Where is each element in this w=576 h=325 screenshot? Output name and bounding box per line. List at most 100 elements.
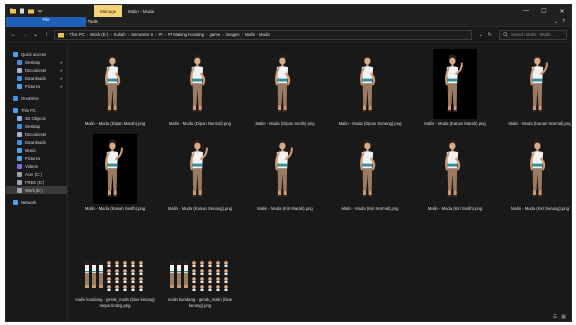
breadcrumb-separator: ›: [86, 32, 89, 37]
breadcrumb-separator: ›: [155, 32, 157, 37]
refresh-icon[interactable]: ↻: [488, 32, 492, 38]
sidebar-item-pictures[interactable]: Pictures ✦: [6, 82, 67, 90]
breadcrumb-semester[interactable]: Semester 6: [131, 32, 153, 37]
file-name: malin kundang - gerak_malin (blue kerang…: [167, 297, 233, 308]
ribbon-tabs: File Home Share View Picture Tools ⌄ ?: [6, 16, 571, 27]
file-item[interactable]: Malin - Muda (Dipan Senang).png: [330, 49, 410, 127]
recent-locations-button[interactable]: ⌄: [32, 31, 39, 38]
file-item[interactable]: Malin - Muda (Dipan Sedih).png: [245, 49, 325, 127]
sidebar-item-desktop[interactable]: Desktop ✦: [6, 58, 67, 66]
close-button[interactable]: ✕: [553, 5, 571, 17]
sidebar-item-documents[interactable]: Documents ✦: [6, 66, 67, 74]
breadcrumb-pi[interactable]: PI: [158, 32, 162, 37]
file-name: Malin - Muda (Kiri Sedih).png: [427, 206, 483, 211]
address-actions: ⌄ ↻: [476, 32, 495, 38]
sidebar-item-label: OneDrive: [21, 95, 39, 101]
help-icon[interactable]: ?: [562, 19, 565, 25]
explorer-body: Quick access Desktop ✦ Documents ✦ Downloads ✦…: [6, 44, 571, 321]
image-thumbnail: [93, 49, 137, 119]
documents-icon: [17, 67, 22, 73]
status-bar: ☰ ▦: [6, 312, 571, 321]
tab-file[interactable]: File: [6, 16, 86, 27]
sidebar-item-free-d[interactable]: FREE (D:): [6, 178, 67, 186]
breadcrumb-separator: ›: [164, 32, 166, 37]
sidebar-item-downloads[interactable]: Downloads ✦: [6, 74, 67, 82]
expand-ribbon-icon[interactable]: ⌄: [554, 19, 558, 25]
address-dropdown-icon[interactable]: ⌄: [479, 32, 483, 38]
file-item[interactable]: Malin - Muda (Dipan Marah).png: [75, 49, 155, 127]
breadcrumb-current[interactable]: Malin - Muda: [245, 32, 270, 37]
network-icon: [13, 199, 18, 205]
sidebar-item-label: Videos: [25, 163, 38, 169]
breadcrumb-pi-project[interactable]: PI Making Kostang: [168, 32, 204, 37]
sidebar-item-desktop[interactable]: Desktop: [6, 122, 67, 130]
search-box[interactable]: Search Malin - Muda: [499, 29, 567, 40]
file-item[interactable]: Malin - Muda (Kanan Sedih).png: [75, 134, 155, 212]
sidebar-item-acer-c[interactable]: Acer (C:): [6, 170, 67, 178]
breadcrumb-kuliah[interactable]: Kuliah: [114, 32, 126, 37]
file-item[interactable]: Malin - Muda (Kiri Normal).png: [330, 134, 410, 212]
details-view-button[interactable]: ☰: [553, 314, 557, 320]
breadcrumb-separator: ›: [66, 32, 68, 37]
breadcrumb-work-drive[interactable]: Work (E:): [90, 32, 108, 37]
breadcrumb-this-pc[interactable]: This PC: [69, 32, 84, 37]
sidebar-item-3d-objects[interactable]: 3D Objects: [6, 114, 67, 122]
sidebar-item-this-pc[interactable]: This PC: [6, 106, 67, 114]
file-item[interactable]: Malin - Muda (Kanan Marah).png: [415, 49, 495, 127]
sidebar-item-documents[interactable]: Documents: [6, 130, 67, 138]
music-icon: [17, 147, 22, 153]
sidebar-item-quick-access[interactable]: Quick access: [6, 50, 67, 58]
manage-contextual-tab[interactable]: Manage: [94, 5, 123, 17]
search-icon: [503, 32, 508, 37]
sidebar-item-music[interactable]: Music: [6, 146, 67, 154]
sidebar-item-network[interactable]: Network: [6, 198, 67, 206]
search-placeholder: Search Malin - Muda: [511, 32, 551, 37]
file-item[interactable]: Malin - Muda (Kanan Senang).png: [160, 134, 240, 212]
file-name: Malin - Muda (Kanan Normal).png: [508, 121, 572, 126]
pin-icon: ✦: [59, 75, 63, 81]
sidebar-item-videos[interactable]: Videos: [6, 162, 67, 170]
sidebar-item-label: FREE (D:): [25, 179, 45, 185]
image-thumbnail: [348, 134, 392, 204]
breadcrumb-game[interactable]: game: [209, 32, 220, 37]
file-item[interactable]: Malin - Muda (Kiri Marah).png: [245, 134, 325, 212]
pin-icon: ✦: [59, 59, 63, 65]
address-bar[interactable]: › This PC › Work (E:) › Kuliah › Semeste…: [54, 29, 472, 40]
breadcrumb-separator: ›: [222, 32, 224, 37]
forward-button[interactable]: →: [21, 32, 28, 38]
file-item[interactable]: Malin - Muda (Kiri Sedih).png: [415, 134, 495, 212]
image-thumbnail: [178, 49, 222, 119]
sidebar-item-pictures[interactable]: Pictures: [6, 154, 67, 162]
sidebar-item-onedrive[interactable]: OneDrive: [6, 94, 67, 102]
image-thumbnail: [518, 49, 562, 119]
desktop-icon: [17, 123, 22, 129]
sidebar-item-label: Downloads: [25, 75, 46, 81]
image-thumbnail: [263, 49, 307, 119]
drive-icon: [17, 179, 22, 185]
file-name: Malin - Muda (Kiri Senang).png: [511, 206, 569, 211]
drive-icon: [17, 171, 22, 177]
back-button[interactable]: ←: [10, 32, 17, 38]
sidebar-item-downloads[interactable]: Downloads: [6, 138, 67, 146]
image-thumbnail: [348, 49, 392, 119]
image-thumbnail: [433, 134, 477, 204]
minimize-button[interactable]: —: [517, 5, 535, 17]
file-item[interactable]: Malin - Muda (Dipan Normal).png: [160, 49, 240, 127]
pin-icon: ✦: [59, 83, 63, 89]
videos-icon: [17, 163, 22, 169]
file-item[interactable]: malin kundang - gerak_malin (blue kerang…: [75, 258, 155, 308]
customize-toolbar-icon[interactable]: [37, 8, 43, 14]
new-folder-icon[interactable]: [28, 8, 34, 14]
large-icons-view-button[interactable]: ▦: [561, 314, 566, 320]
maximize-button[interactable]: ☐: [535, 5, 553, 17]
breadcrumb-images[interactable]: images: [226, 32, 240, 37]
sidebar-item-label: Quick access: [21, 51, 46, 57]
sidebar-item-work-e[interactable]: Work (E:): [6, 186, 67, 194]
file-item[interactable]: malin kundang - gerak_malin (blue kerang…: [160, 258, 240, 308]
file-item[interactable]: Malin - Muda (Kiri Senang).png: [500, 134, 571, 212]
properties-icon[interactable]: [19, 8, 25, 14]
window-controls: — ☐ ✕: [517, 5, 571, 17]
breadcrumb-separator: ›: [110, 32, 112, 37]
up-button[interactable]: ↑: [43, 32, 50, 38]
file-item[interactable]: Malin - Muda (Kanan Normal).png: [500, 49, 572, 127]
